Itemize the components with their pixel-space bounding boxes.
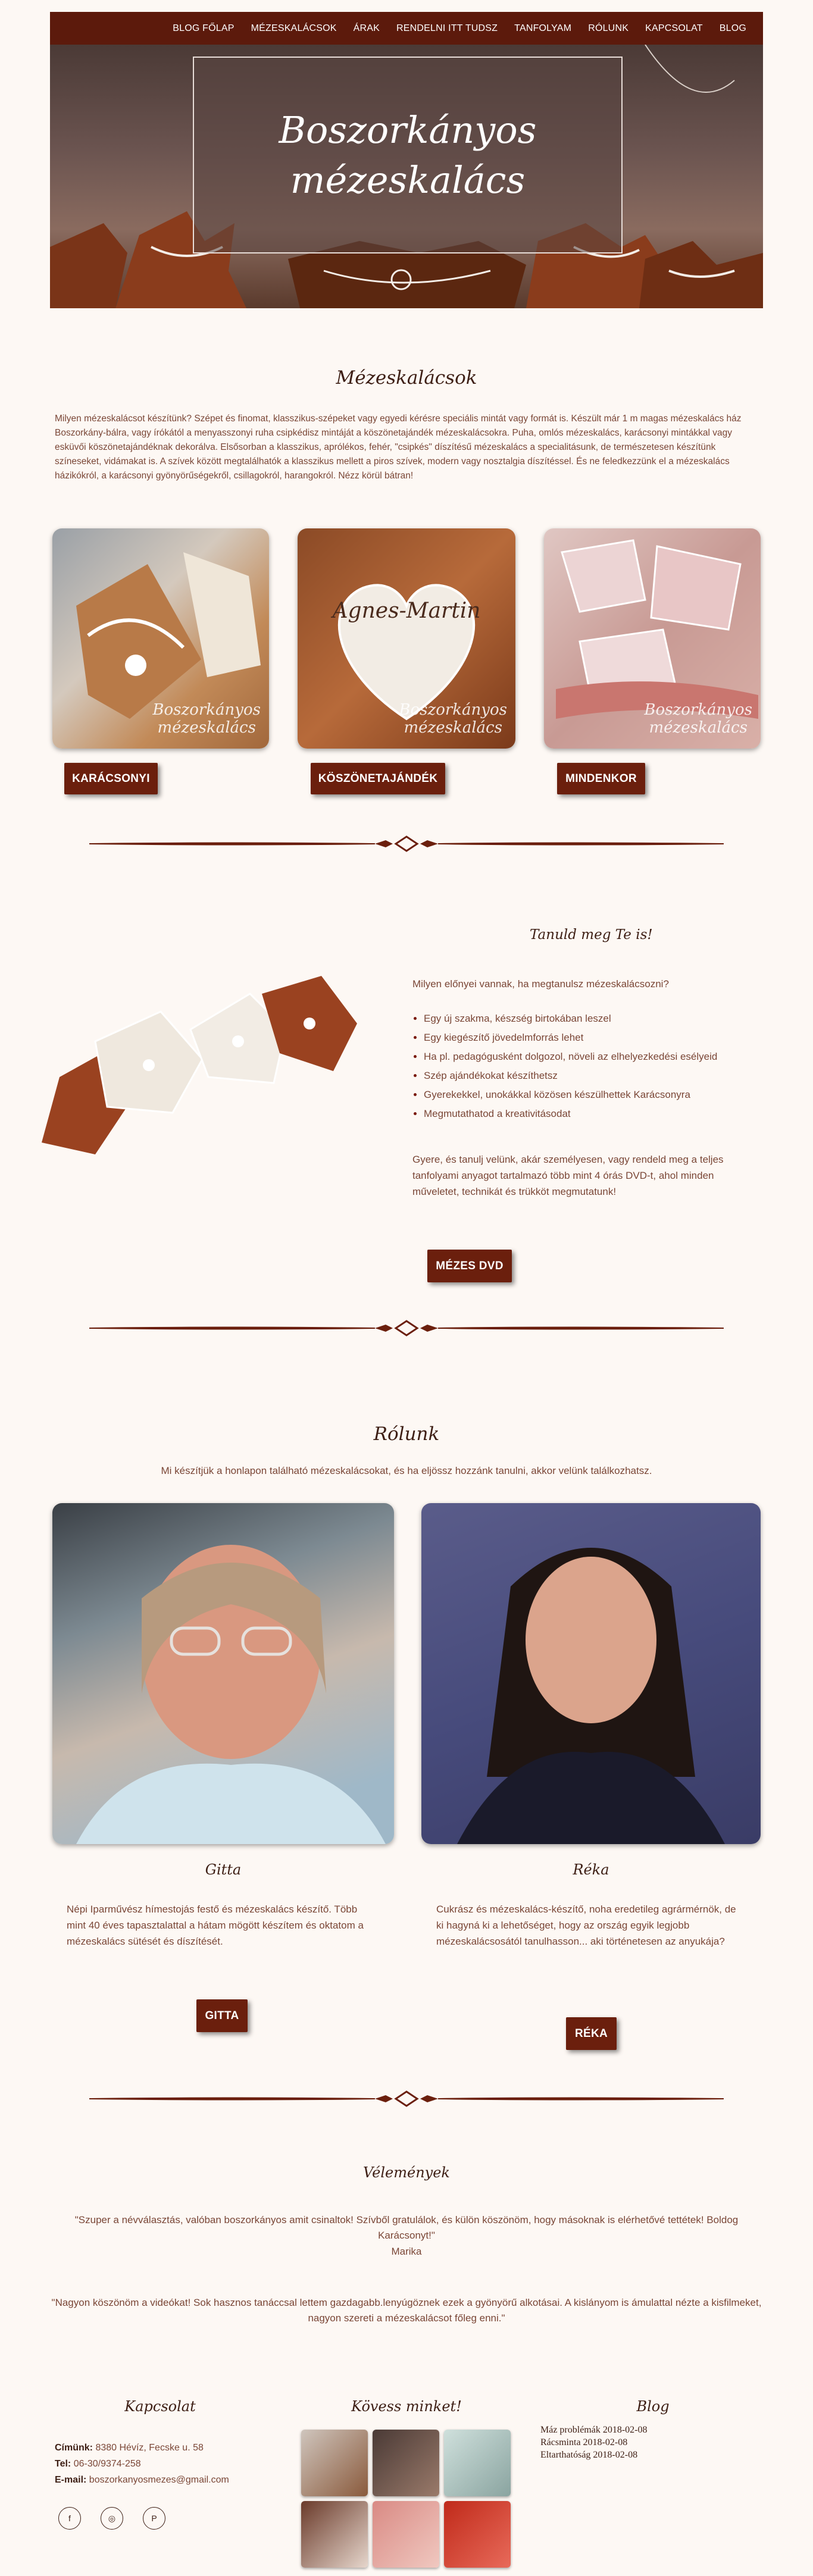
reka-portrait (457, 1548, 725, 1844)
hero-title-line2: mézeskalács (290, 158, 526, 202)
gitta-name: Gitta (205, 1861, 242, 1878)
ornament-divider (89, 1320, 724, 1336)
gitta-photo (52, 1503, 394, 1844)
section-heading-rolunk: Rólunk (373, 1423, 440, 1445)
karacsonyi-button[interactable]: KARÁCSONYI (64, 763, 158, 794)
nav-kapcsolat[interactable]: KAPCSOLAT (645, 23, 703, 34)
instagram-thumb[interactable] (373, 2501, 439, 2568)
reka-name: Réka (573, 1861, 609, 1878)
instagram-thumb[interactable] (444, 2430, 511, 2496)
blog-post-link[interactable]: Rácsminta 2018-02-08 (540, 2436, 648, 2449)
instagram-icon[interactable]: ◎ (101, 2507, 123, 2530)
instagram-thumb[interactable] (301, 2501, 368, 2568)
advantages-list: Egy új szakma, készség birtokában leszel… (411, 1009, 769, 1123)
section-heading-mezeskalacsok: Mézeskalácsok (336, 367, 477, 389)
nav-arak[interactable]: ÁRAK (354, 23, 380, 34)
footer-blog-list: Máz problémák 2018-02-08 Rácsminta 2018-… (540, 2424, 648, 2461)
ornament-divider (89, 2090, 724, 2107)
nav-rendelni[interactable]: RENDELNI ITT TUDSZ (396, 23, 498, 34)
reka-photo (421, 1503, 761, 1844)
advantage-item: Szép ajándékokat készíthetsz (424, 1066, 769, 1085)
footer-follow-heading: Kövess minket! (351, 2398, 462, 2415)
watermark: Boszorkányos mézeskalács (152, 701, 261, 737)
instagram-thumb[interactable] (373, 2430, 439, 2496)
advantage-item: Gyerekekkel, unokákkal közösen készülhet… (424, 1085, 769, 1104)
watermark: Boszorkányos mézeskalács (644, 701, 752, 737)
gitta-portrait (76, 1545, 386, 1844)
phone-value[interactable]: 06-30/9374-258 (74, 2459, 141, 2469)
karacsonyi-photo[interactable]: Boszorkányos mézeskalács (52, 528, 269, 749)
hero-title-line1: Boszorkányos (279, 108, 537, 152)
advantage-item: Megmutathatod a kreativitásodat (424, 1104, 769, 1123)
phone-label: Tel: (55, 2459, 71, 2469)
main-nav: BLOG FŐLAP MÉZESKALÁCSOK ÁRAK RENDELNI I… (50, 12, 763, 45)
hero-banner: Boszorkányos mézeskalács (50, 45, 763, 308)
blog-post-link[interactable]: Máz problémák 2018-02-08 (540, 2424, 648, 2436)
mindenkor-button[interactable]: MINDENKOR (557, 763, 645, 794)
koszonetajandek-photo[interactable]: Agnes-Martin Boszorkányos mézeskalács (298, 528, 515, 749)
advantage-item: Ha pl. pedagógusként dolgozol, növeli az… (424, 1047, 769, 1066)
instagram-thumb[interactable] (444, 2501, 511, 2568)
footer-blog-heading: Blog (636, 2398, 670, 2415)
nav-tanfolyam[interactable]: TANFOLYAM (514, 23, 571, 34)
rolunk-intro: Mi készítjük a honlapon található mézesk… (161, 1465, 652, 1476)
hero-title-box: Boszorkányos mézeskalács (193, 57, 623, 253)
address-value: 8380 Hévíz, Fecske u. 58 (95, 2443, 204, 2453)
tanfolyam-question: Milyen előnyei vannak, ha megtanulsz méz… (412, 978, 669, 990)
nav-mezeskalacsok[interactable]: MÉZESKALÁCSOK (251, 23, 337, 34)
mezeskalacsok-intro: Milyen mézeskalácsot készítünk? Szépet é… (55, 414, 742, 481)
pinterest-icon[interactable]: P (143, 2507, 165, 2530)
email-value[interactable]: boszorkanyosmezes@gmail.com (89, 2475, 229, 2485)
gitta-bio: Népi Iparművész hímestojás festő és méze… (67, 1904, 364, 1947)
tanfolyam-outro: Gyere, és tanulj velünk, akár személyese… (412, 1154, 724, 1197)
testimonial-2: "Nagyon köszönöm a videókat! Sok hasznos… (51, 2297, 762, 2324)
ornament-divider (89, 835, 724, 852)
advantage-item: Egy új szakma, készség birtokában leszel (424, 1009, 769, 1028)
address-label: Címünk: (55, 2443, 93, 2453)
svg-text:Agnes-Martin: Agnes-Martin (331, 599, 481, 623)
section-heading-tanfolyam: Tanuld meg Te is! (530, 927, 653, 943)
testimonial-1: "Szuper a névválasztás, valóban boszorká… (74, 2214, 739, 2241)
mindenkor-photo[interactable]: Boszorkányos mézeskalács (544, 528, 761, 749)
reka-button[interactable]: RÉKA (566, 2017, 617, 2050)
koszonetajandek-button[interactable]: KÖSZÖNETAJÁNDÉK (311, 763, 445, 794)
blog-post-link[interactable]: Eltarthatóság 2018-02-08 (540, 2449, 648, 2461)
star-cookies-image (42, 976, 357, 1154)
gitta-button[interactable]: GITTA (196, 1999, 248, 2032)
nav-rolunk[interactable]: RÓLUNK (588, 23, 628, 34)
mezes-dvd-button[interactable]: MÉZES DVD (427, 1250, 512, 1282)
nav-blog-fo[interactable]: BLOG FŐLAP (173, 23, 234, 34)
watermark: Boszorkányos mézeskalács (399, 701, 507, 737)
instagram-thumb[interactable] (301, 2430, 368, 2496)
advantage-item: Egy kiegészítő jövedelmforrás lehet (424, 1028, 769, 1047)
testimonial-1-author: Marika (391, 2246, 422, 2257)
facebook-icon[interactable]: f (58, 2507, 81, 2530)
footer-contact-heading: Kapcsolat (124, 2398, 196, 2415)
nav-blog[interactable]: BLOG (720, 23, 746, 34)
reka-bio: Cukrász és mézeskalács-készítő, noha ere… (436, 1904, 736, 1947)
email-label: E-mail: (55, 2475, 87, 2485)
footer-contact-info: Címünk: 8380 Hévíz, Fecske u. 58 Tel: 06… (55, 2440, 229, 2488)
section-heading-velemenyek: Vélemények (363, 2164, 450, 2181)
